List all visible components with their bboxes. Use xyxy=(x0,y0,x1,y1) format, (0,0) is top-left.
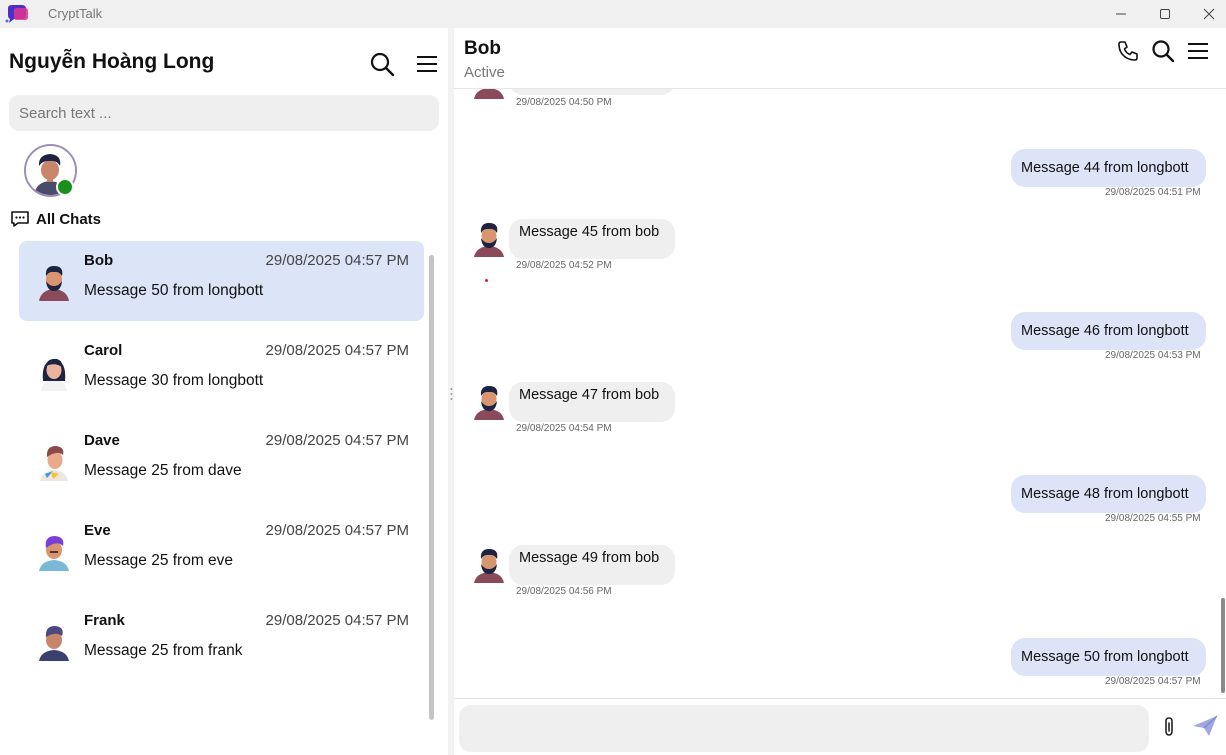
message-timestamp: 29/08/2025 04:57 PM xyxy=(1105,676,1201,687)
chat-item-carol[interactable]: Carol 29/08/2025 04:57 PM Message 30 fro… xyxy=(19,331,424,411)
message-timestamp: 29/08/2025 04:52 PM xyxy=(516,260,612,271)
conversation-panel: Bob Active 29/08/2025 04:50 PM Message 4… xyxy=(454,28,1226,755)
phone-icon[interactable] xyxy=(1116,39,1140,63)
user-name: Nguyễn Hoàng Long xyxy=(9,50,215,73)
message-bubble: Message 47 from bob xyxy=(509,382,675,422)
chat-timestamp: 29/08/2025 04:57 PM xyxy=(265,252,409,269)
search-input[interactable] xyxy=(9,95,439,131)
chat-preview: Message 50 from longbott xyxy=(84,282,264,299)
message-timestamp: 29/08/2025 04:50 PM xyxy=(516,97,612,108)
menu-icon[interactable] xyxy=(1186,39,1210,63)
message-bubble: Message 49 from bob xyxy=(509,545,675,585)
message-bubble xyxy=(509,89,675,95)
chat-item-bob[interactable]: Bob 29/08/2025 04:57 PM Message 50 from … xyxy=(19,241,424,321)
app-title: CryptTalk xyxy=(48,6,103,21)
composer-divider xyxy=(454,698,1226,699)
avatar xyxy=(474,89,504,99)
search-icon[interactable] xyxy=(1151,39,1175,63)
message-list: 29/08/2025 04:50 PM Message 44 from long… xyxy=(454,89,1226,697)
minimize-icon xyxy=(1116,13,1126,15)
chat-name: Frank xyxy=(84,612,125,629)
maximize-icon xyxy=(1160,9,1170,19)
avatar xyxy=(474,386,504,420)
chat-preview: Message 25 from eve xyxy=(84,552,234,569)
message-scrollbar[interactable] xyxy=(1221,598,1225,693)
minimize-button[interactable] xyxy=(1099,0,1143,28)
message-input[interactable] xyxy=(459,705,1149,752)
unread-marker xyxy=(485,279,488,282)
message-timestamp: 29/08/2025 04:56 PM xyxy=(516,586,612,597)
chat-timestamp: 29/08/2025 04:57 PM xyxy=(265,342,409,359)
close-icon xyxy=(1203,8,1215,20)
menu-icon[interactable] xyxy=(415,52,439,76)
avatar xyxy=(474,223,504,257)
chat-timestamp: 29/08/2025 04:57 PM xyxy=(265,432,409,449)
sidebar: Nguyễn Hoàng Long All Chats xyxy=(0,28,448,755)
message-bubble: Message 45 from bob xyxy=(509,219,675,259)
message-timestamp: 29/08/2025 04:53 PM xyxy=(1105,350,1201,361)
maximize-button[interactable] xyxy=(1143,0,1187,28)
resize-grip-icon[interactable] xyxy=(450,387,453,401)
contact-status: Active xyxy=(464,64,505,81)
avatar xyxy=(474,549,504,583)
chat-list-scrollbar[interactable] xyxy=(429,255,434,720)
paperclip-icon[interactable] xyxy=(1160,716,1178,738)
title-bar: CryptTalk xyxy=(0,0,1226,28)
search-icon[interactable] xyxy=(369,51,395,77)
chat-name: Eve xyxy=(84,522,111,539)
avatar xyxy=(39,266,69,301)
section-title: All Chats xyxy=(36,210,102,228)
contact-name: Bob xyxy=(464,38,501,59)
app-logo-icon xyxy=(5,5,28,23)
online-status-indicator xyxy=(56,178,74,196)
chat-list: Bob 29/08/2025 04:57 PM Message 50 from … xyxy=(19,241,424,691)
chat-timestamp: 29/08/2025 04:57 PM xyxy=(265,522,409,539)
chat-preview: Message 30 from longbott xyxy=(84,372,264,389)
message-bubble: Message 50 from longbott xyxy=(1011,638,1206,676)
message-bubble: Message 48 from longbott xyxy=(1011,475,1206,513)
chat-timestamp: 29/08/2025 04:57 PM xyxy=(265,612,409,629)
chat-name: Bob xyxy=(84,252,114,269)
section-header: All Chats xyxy=(10,210,101,228)
avatar xyxy=(39,536,69,571)
message-timestamp: 29/08/2025 04:54 PM xyxy=(516,423,612,434)
avatar xyxy=(40,446,68,481)
avatar xyxy=(39,626,69,661)
send-icon[interactable] xyxy=(1192,714,1218,738)
chat-item-frank[interactable]: Frank 29/08/2025 04:57 PM Message 25 fro… xyxy=(19,601,424,681)
close-button[interactable] xyxy=(1187,0,1226,28)
message-timestamp: 29/08/2025 04:51 PM xyxy=(1105,187,1201,198)
chat-bubble-icon xyxy=(11,211,29,227)
message-bubble: Message 46 from longbott xyxy=(1011,312,1206,350)
chat-preview: Message 25 from dave xyxy=(84,462,242,479)
chat-name: Dave xyxy=(84,432,120,449)
chat-item-eve[interactable]: Eve 29/08/2025 04:57 PM Message 25 from … xyxy=(19,511,424,591)
chat-item-dave[interactable]: Dave 29/08/2025 04:57 PM Message 25 from… xyxy=(19,421,424,501)
chat-name: Carol xyxy=(84,342,123,359)
avatar xyxy=(41,358,67,391)
message-bubble: Message 44 from longbott xyxy=(1011,149,1206,187)
message-timestamp: 29/08/2025 04:55 PM xyxy=(1105,513,1201,524)
chat-preview: Message 25 from frank xyxy=(84,642,243,659)
